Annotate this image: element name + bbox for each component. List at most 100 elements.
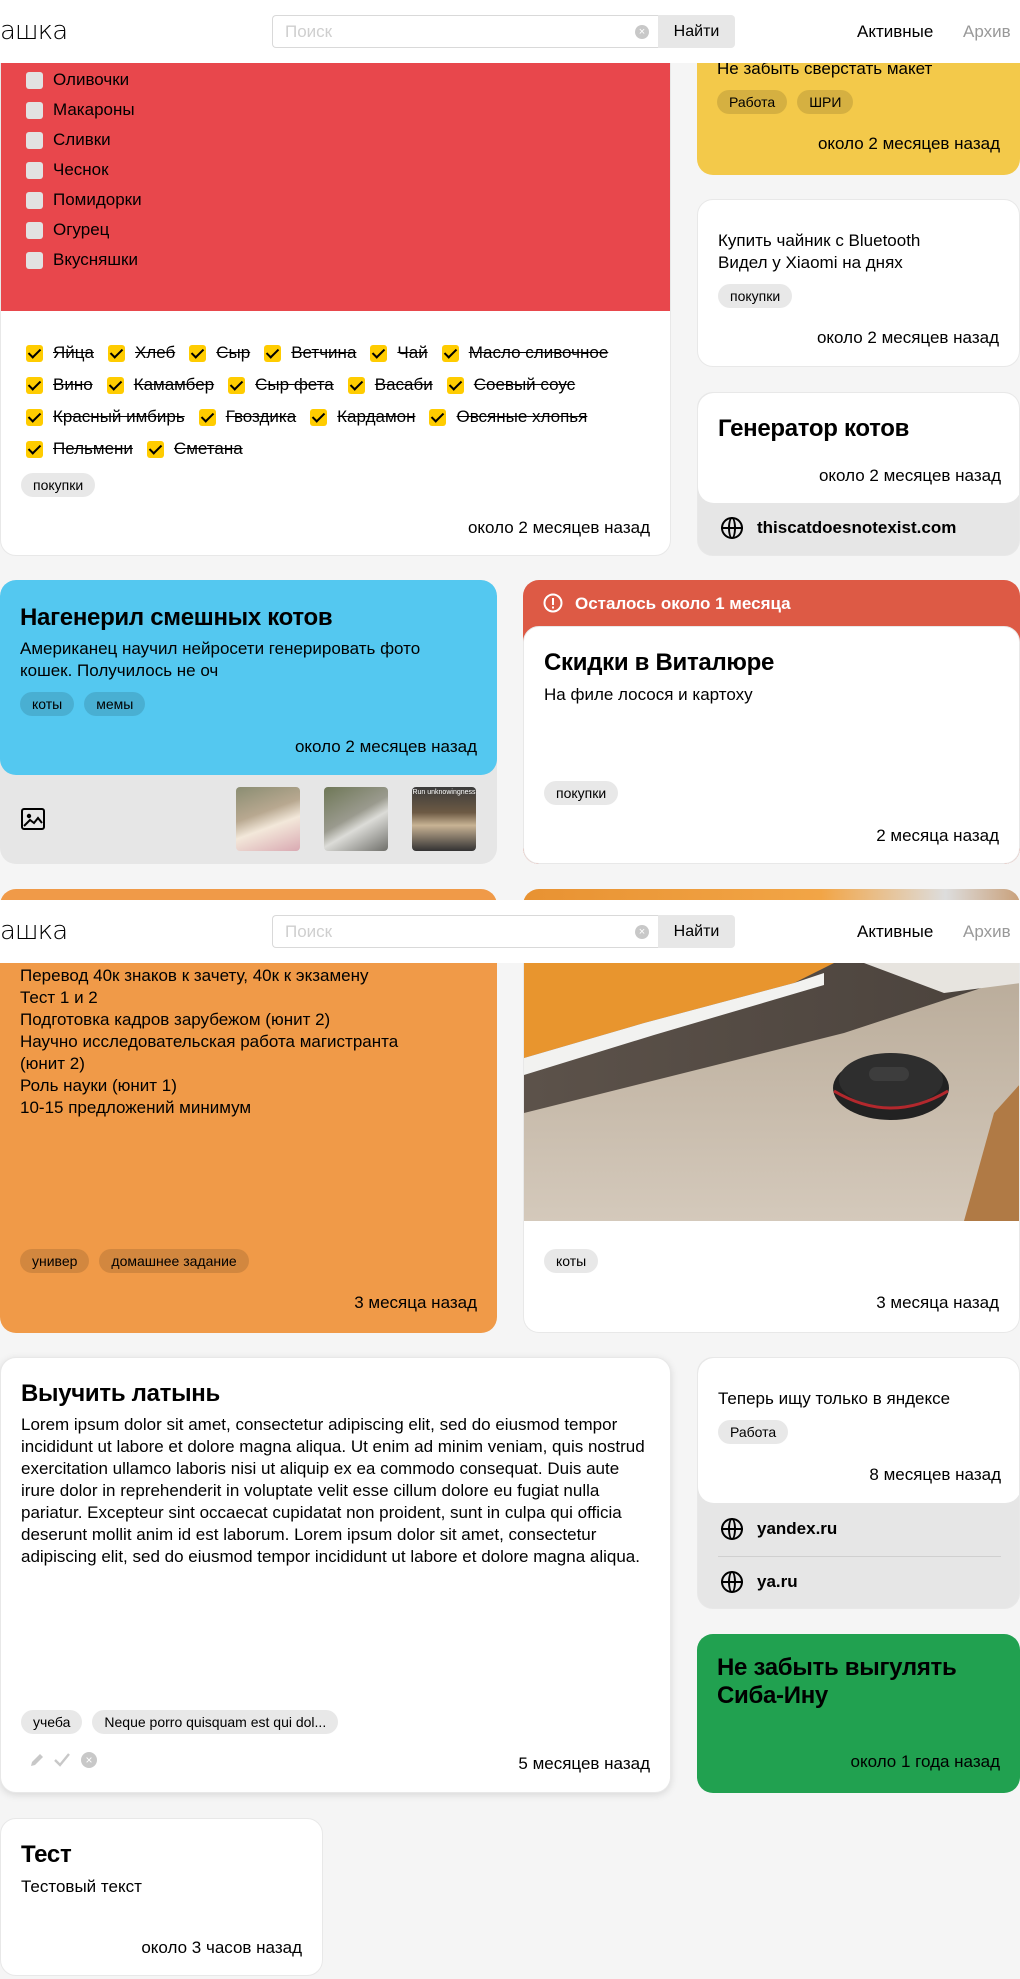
note-card-kettle[interactable]: Купить чайник с Bluetooth Видел у Xiaomi… [697, 199, 1020, 367]
checkbox-checked[interactable] [107, 344, 125, 362]
checkbox-checked[interactable] [347, 376, 365, 394]
checklist-item-done[interactable]: Овсяные хлопья [429, 401, 587, 433]
checklist-item-done[interactable]: Хлеб [107, 337, 175, 369]
note-card-catgen[interactable]: Генератор котов около 2 месяцев назад th… [697, 392, 1020, 556]
checklist-item-done[interactable]: Соевый соус [446, 369, 575, 401]
cat-meme-image[interactable]: Run unknowingness [412, 787, 476, 851]
checklist-item-done[interactable]: Пельмени [26, 433, 133, 465]
tag[interactable]: коты [544, 1249, 599, 1273]
checklist-item-done[interactable]: Кардамон [310, 401, 415, 433]
checkbox[interactable] [26, 221, 43, 239]
checklist-item-done[interactable]: Вино [26, 369, 93, 401]
cat-photo-2[interactable] [324, 787, 388, 851]
clear-search-icon[interactable]: × [635, 25, 649, 39]
checklist-item-done[interactable]: Яйца [26, 337, 94, 369]
checklist-item-done[interactable]: Васаби [347, 369, 433, 401]
nav-archive-link[interactable]: Архив [963, 922, 1011, 942]
nav-archive-link[interactable]: Архив [963, 22, 1011, 42]
checklist-item-done[interactable]: Сыр [189, 337, 250, 369]
delete-icon[interactable]: × [81, 1752, 97, 1768]
timestamp: 3 месяца назад [876, 1293, 999, 1312]
checklist-item[interactable]: Огурец [26, 215, 142, 245]
find-button[interactable]: Найти [658, 915, 735, 948]
checkbox-checked[interactable] [26, 344, 43, 362]
checklist-item-done[interactable]: Масло сливочное [441, 337, 608, 369]
tag[interactable]: Neque porro quisquam est qui dol... [92, 1710, 339, 1734]
link-text[interactable]: thiscatdoesnotexist.com [757, 518, 956, 538]
checklist-item-done[interactable]: Гвоздика [198, 401, 296, 433]
tag[interactable]: ШРИ [797, 90, 854, 114]
edit-icon[interactable] [29, 1752, 45, 1768]
note-card-test[interactable]: Тест Тестовый текст около 3 часов назад [0, 1818, 323, 1976]
checkbox[interactable] [26, 251, 43, 269]
shopping-list-card[interactable]: Оливочки Макароны Сливки Чеснок Помидорки Огу… [0, 20, 671, 556]
checklist-item-done[interactable]: Чай [370, 337, 428, 369]
checkbox[interactable] [26, 71, 43, 89]
link-text[interactable]: yandex.ru [757, 1519, 837, 1539]
robot-vacuum-photo[interactable] [524, 963, 1020, 1221]
check-icon[interactable] [53, 1752, 71, 1768]
checklist-item-done[interactable]: Камамбер [106, 369, 214, 401]
checklist-item-done[interactable]: Красный имбирь [26, 401, 185, 433]
note-card-shiba[interactable]: Не забыть выгулять Сиба-Ину около 1 года… [697, 1634, 1020, 1793]
checkbox-checked[interactable] [26, 440, 43, 458]
find-button[interactable]: Найти [658, 15, 735, 48]
checkbox-checked[interactable] [228, 376, 246, 394]
checklist-item[interactable]: Макароны [26, 95, 142, 125]
checkbox-checked[interactable] [189, 344, 207, 362]
checklist-item-label: Чеснок [53, 160, 109, 179]
checkbox-checked[interactable] [310, 408, 328, 426]
checklist-item[interactable]: Сливки [26, 125, 142, 155]
app-logo[interactable]: ашка [0, 916, 68, 946]
link-row[interactable]: thiscatdoesnotexist.com [721, 517, 956, 539]
checkbox-checked[interactable] [264, 344, 282, 362]
search-input[interactable] [273, 16, 659, 47]
note-card-latin[interactable]: Выучить латынь Lorem ipsum dolor sit ame… [0, 1357, 671, 1793]
nav-active-link[interactable]: Активные [857, 922, 933, 942]
checkbox-checked[interactable] [26, 408, 43, 426]
tag[interactable]: покупки [544, 781, 619, 805]
checkbox-checked[interactable] [146, 440, 164, 458]
checklist-item-done[interactable]: Ветчина [264, 337, 356, 369]
checkbox[interactable] [26, 131, 43, 149]
checklist-item[interactable]: Чеснок [26, 155, 142, 185]
tag[interactable]: домашнее задание [99, 1249, 249, 1273]
note-card-vitalur[interactable]: Осталось около 1 месяца Скидки в Виталюр… [523, 580, 1020, 864]
nav-active-link[interactable]: Активные [857, 22, 933, 42]
note-card-univer[interactable]: Перевод 40к знаков к зачету, 40к к экзам… [0, 963, 497, 1333]
checkbox-checked[interactable] [441, 344, 459, 362]
tag[interactable]: коты [20, 692, 75, 716]
search-input[interactable] [273, 916, 659, 947]
note-card-robot[interactable]: коты 3 месяца назад [523, 963, 1020, 1333]
cat-photo-1[interactable] [236, 787, 300, 851]
checkbox-checked[interactable] [106, 376, 124, 394]
tag[interactable]: универ [20, 1249, 90, 1273]
checkbox[interactable] [26, 161, 43, 179]
checklist-item[interactable]: Помидорки [26, 185, 142, 215]
checkbox-checked[interactable] [198, 408, 216, 426]
checkbox-checked[interactable] [429, 408, 447, 426]
checklist-item-done[interactable]: Сыр фета [228, 369, 334, 401]
checklist-item-label: Вино [53, 375, 93, 394]
checkbox-checked[interactable] [446, 376, 464, 394]
note-card-funnycats[interactable]: Нагенерил смешных котов Американец научи… [0, 580, 497, 864]
checkbox[interactable] [26, 101, 43, 119]
checklist-item[interactable]: Оливочки [26, 65, 142, 95]
checkbox-checked[interactable] [26, 376, 43, 394]
link-text[interactable]: ya.ru [757, 1572, 798, 1592]
link-row[interactable]: ya.ru [721, 1571, 798, 1593]
tag[interactable]: Работа [718, 1420, 789, 1444]
checkbox[interactable] [26, 191, 43, 209]
tag[interactable]: Работа [717, 90, 788, 114]
note-card-yandex[interactable]: Теперь ищу только в яндексе Работа 8 мес… [697, 1357, 1020, 1609]
tag[interactable]: покупки [21, 473, 96, 497]
checklist-item-done[interactable]: Сметана [146, 433, 243, 465]
tag[interactable]: мемы [84, 692, 146, 716]
app-logo[interactable]: ашка [0, 16, 68, 46]
checkbox-checked[interactable] [370, 344, 388, 362]
tag[interactable]: покупки [718, 284, 793, 308]
link-row[interactable]: yandex.ru [721, 1518, 837, 1540]
tag[interactable]: учеба [21, 1710, 83, 1734]
checklist-item[interactable]: Вкусняшки [26, 245, 142, 275]
clear-search-icon[interactable]: × [635, 925, 649, 939]
